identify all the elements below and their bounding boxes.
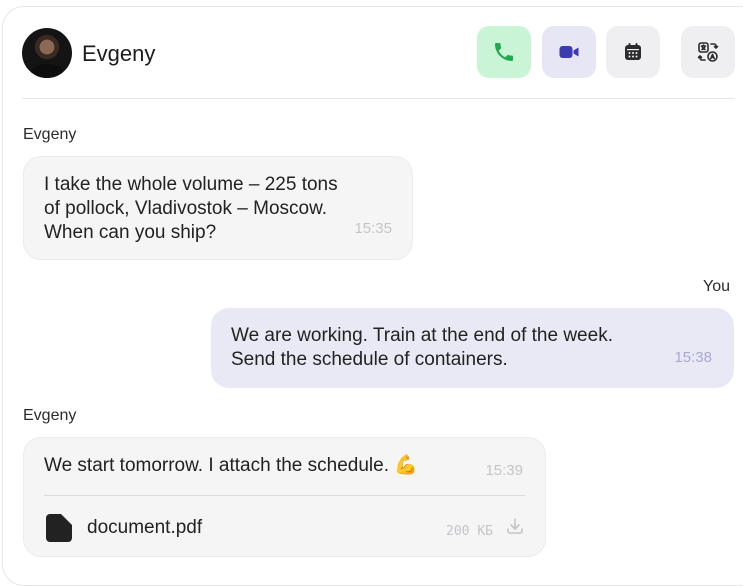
video-call-button[interactable] <box>542 26 596 78</box>
attachment-file-size: 200 КБ <box>446 524 493 539</box>
download-icon[interactable] <box>505 516 525 536</box>
avatar[interactable] <box>22 28 72 78</box>
message-text-content: We start tomorrow. I attach the schedule… <box>44 455 389 476</box>
phone-icon <box>495 43 513 61</box>
calendar-icon <box>625 43 641 60</box>
message-time: 15:35 <box>354 220 392 237</box>
message-time: 15:38 <box>674 349 712 366</box>
sender-label: Evgeny <box>23 126 77 143</box>
call-button[interactable] <box>477 26 531 78</box>
message-text: We are working. Train at the end of the … <box>231 325 613 370</box>
flexed-biceps-emoji: 💪 <box>394 455 418 476</box>
message-bubble[interactable]: We are working. Train at the end of the … <box>211 308 734 388</box>
video-camera-icon <box>559 46 579 58</box>
message-time: 15:39 <box>485 462 523 479</box>
document-icon[interactable] <box>46 514 72 542</box>
message-bubble[interactable]: I take the whole volume – 225 tons of po… <box>23 156 413 260</box>
message-text: I take the whole volume – 225 tons of po… <box>44 174 338 243</box>
sender-label: You <box>703 278 730 295</box>
contact-name[interactable]: Evgeny <box>82 41 155 67</box>
translate-button[interactable] <box>681 26 735 78</box>
message-bubble[interactable]: We start tomorrow. I attach the schedule… <box>23 437 546 557</box>
header-divider <box>22 98 735 99</box>
message-text: We start tomorrow. I attach the schedule… <box>44 454 525 478</box>
attachment-file-name[interactable]: document.pdf <box>87 516 202 540</box>
translate-icon <box>697 42 719 62</box>
sender-label: Evgeny <box>23 407 77 424</box>
attachment-divider <box>44 495 525 496</box>
calendar-button[interactable] <box>606 26 660 78</box>
